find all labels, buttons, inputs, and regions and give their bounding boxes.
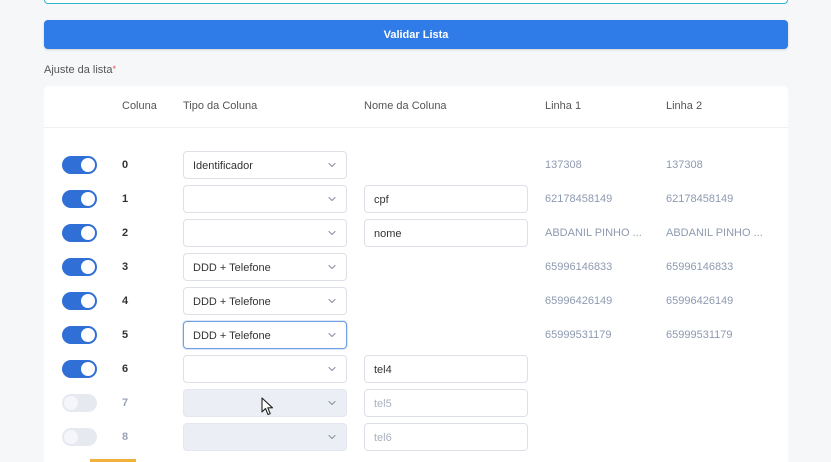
sample-line-1: 137308 <box>545 159 582 171</box>
column-name-input[interactable]: tel4 <box>364 355 528 383</box>
include-column-toggle[interactable] <box>62 258 97 276</box>
table-row: 0 Identificador 137308 137308 <box>44 151 788 179</box>
column-type-select[interactable]: DDD + Telefone <box>183 321 347 349</box>
table-row: 5 DDD + Telefone 65999531179 65999531179 <box>44 321 788 349</box>
column-name-value: cpf <box>374 194 389 206</box>
column-index: 0 <box>122 159 129 171</box>
sample-line-1: ABDANIL PINHO ... <box>545 227 642 239</box>
column-type-select[interactable] <box>183 423 347 451</box>
toggle-knob <box>81 158 95 172</box>
chevron-down-icon <box>327 364 337 374</box>
column-index: 6 <box>122 363 129 375</box>
sample-line-2: 65996146833 <box>666 261 734 273</box>
include-column-toggle[interactable] <box>62 156 97 174</box>
toggle-knob <box>81 294 95 308</box>
chevron-down-icon <box>327 398 337 408</box>
header-tipo-coluna: Tipo da Coluna <box>183 100 258 112</box>
toggle-knob <box>81 192 95 206</box>
include-column-toggle[interactable] <box>62 360 97 378</box>
column-name-input[interactable]: tel6 <box>364 423 528 451</box>
column-type-value: DDD + Telefone <box>193 330 271 342</box>
column-index: 8 <box>122 431 129 443</box>
column-type-value: Identificador <box>193 160 253 172</box>
sample-line-1: 65996426149 <box>545 295 613 307</box>
sample-line-2: ABDANIL PINHO ... <box>666 227 763 239</box>
required-mark: * <box>112 64 116 74</box>
column-type-select[interactable] <box>183 355 347 383</box>
top-panel-edge <box>44 0 788 4</box>
sample-line-2: 62178458149 <box>666 193 734 205</box>
column-type-select[interactable] <box>183 219 347 247</box>
column-name-value: tel4 <box>374 364 392 376</box>
chevron-down-icon <box>327 160 337 170</box>
header-linha-1: Linha 1 <box>545 100 582 112</box>
column-index: 1 <box>122 193 129 205</box>
table-row: 8 tel6 <box>44 423 788 451</box>
validate-list-button[interactable]: Validar Lista <box>44 20 788 49</box>
column-type-select[interactable]: Identificador <box>183 151 347 179</box>
toggle-knob <box>64 430 78 444</box>
header-nome-coluna: Nome da Coluna <box>364 100 447 112</box>
toggle-knob <box>81 328 95 342</box>
column-name-input[interactable]: nome <box>364 219 528 247</box>
column-index: 7 <box>122 397 129 409</box>
column-type-select[interactable]: DDD + Telefone <box>183 287 347 315</box>
column-name-value: nome <box>374 228 402 240</box>
column-name-input[interactable]: cpf <box>364 185 528 213</box>
chevron-down-icon <box>327 262 337 272</box>
toggle-knob <box>81 226 95 240</box>
table-header: Coluna Tipo da Coluna Nome da Coluna Lin… <box>44 86 788 128</box>
column-index: 4 <box>122 295 129 307</box>
include-column-toggle[interactable] <box>62 292 97 310</box>
table-row: 3 DDD + Telefone 65996146833 65996146833 <box>44 253 788 281</box>
column-type-value: DDD + Telefone <box>193 296 271 308</box>
sample-line-2: 137308 <box>666 159 703 171</box>
column-index: 2 <box>122 227 129 239</box>
table-row: 7 tel5 <box>44 389 788 417</box>
include-column-toggle[interactable] <box>62 190 97 208</box>
toggle-knob <box>81 362 95 376</box>
column-type-select[interactable]: DDD + Telefone <box>183 253 347 281</box>
chevron-down-icon <box>327 432 337 442</box>
header-linha-2: Linha 2 <box>666 100 703 112</box>
column-mapping-table: Coluna Tipo da Coluna Nome da Coluna Lin… <box>44 86 788 462</box>
column-type-select[interactable] <box>183 185 347 213</box>
section-label: Ajuste da lista* <box>44 64 116 76</box>
include-column-toggle[interactable] <box>62 326 97 344</box>
column-name-value: tel5 <box>374 398 392 410</box>
table-row: 6 tel4 <box>44 355 788 383</box>
mouse-cursor-icon <box>261 397 274 416</box>
header-coluna: Coluna <box>122 100 157 112</box>
sample-line-1: 65999531179 <box>545 329 612 341</box>
table-row: 2 nome ABDANIL PINHO ... ABDANIL PINHO ... <box>44 219 788 247</box>
chevron-down-icon <box>327 194 337 204</box>
sample-line-1: 65996146833 <box>545 261 613 273</box>
chevron-down-icon <box>327 296 337 306</box>
include-column-toggle[interactable] <box>62 394 97 412</box>
chevron-down-icon <box>327 330 337 340</box>
include-column-toggle[interactable] <box>62 224 97 242</box>
toggle-knob <box>81 260 95 274</box>
chevron-down-icon <box>327 228 337 238</box>
table-row: 4 DDD + Telefone 65996426149 65996426149 <box>44 287 788 315</box>
column-index: 3 <box>122 261 129 273</box>
toggle-knob <box>64 396 78 410</box>
section-label-text: Ajuste da lista <box>44 64 113 76</box>
column-name-value: tel6 <box>374 432 392 444</box>
include-column-toggle[interactable] <box>62 428 97 446</box>
table-row: 1 cpf 62178458149 62178458149 <box>44 185 788 213</box>
sample-line-2: 65999531179 <box>666 329 733 341</box>
column-index: 5 <box>122 329 129 341</box>
sample-line-1: 62178458149 <box>545 193 613 205</box>
column-type-value: DDD + Telefone <box>193 262 271 274</box>
sample-line-2: 65996426149 <box>666 295 734 307</box>
column-name-input[interactable]: tel5 <box>364 389 528 417</box>
